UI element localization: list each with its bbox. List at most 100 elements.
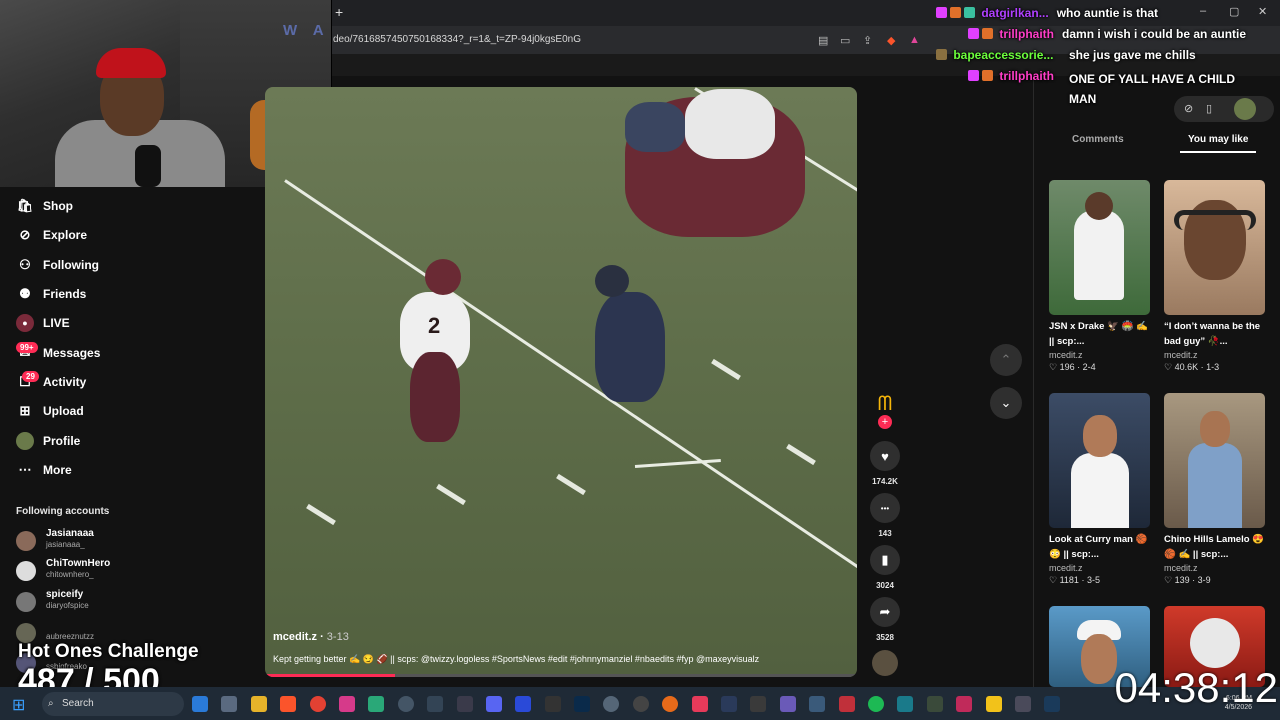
card-author[interactable]: mcedit.z xyxy=(1164,350,1266,360)
file-explorer-icon[interactable] xyxy=(251,696,267,712)
share-action[interactable]: ➦ 3528 xyxy=(869,597,901,642)
nav-item-shop[interactable]: 🛍 Shop xyxy=(16,195,73,217)
spotify-icon[interactable] xyxy=(868,696,884,712)
following-account[interactable]: ChiTownHero chitownhero_ xyxy=(16,558,236,584)
follow-plus-icon[interactable]: + xyxy=(878,415,892,429)
bookmark-icon[interactable]: ▮ xyxy=(870,545,900,575)
edge-icon[interactable] xyxy=(192,696,208,712)
url-text[interactable]: deo/7616857450750168334?_r=1&_t=ZP-94j0k… xyxy=(333,34,581,45)
firefox-icon[interactable] xyxy=(662,696,678,712)
app-icon[interactable] xyxy=(368,696,384,712)
app-icon[interactable] xyxy=(956,696,972,712)
player-figure xyxy=(1071,453,1129,528)
bookmark-action[interactable]: ▮ 3024 xyxy=(869,545,901,590)
new-tab-button[interactable]: + xyxy=(335,4,343,20)
music-disc-icon[interactable] xyxy=(872,650,898,676)
nav-item-live[interactable]: ● LIVE xyxy=(16,312,70,334)
card-thumbnail[interactable] xyxy=(1049,393,1150,528)
chat-text: who auntie is that xyxy=(1056,6,1159,20)
settings-icon[interactable] xyxy=(221,696,237,712)
app-icon[interactable] xyxy=(780,696,796,712)
nav-item-upload[interactable]: ⊞ Upload xyxy=(16,400,84,422)
app-icon[interactable] xyxy=(897,696,913,712)
app-icon[interactable] xyxy=(515,696,531,712)
close-window-button[interactable]: ✕ xyxy=(1258,5,1267,18)
music-icon[interactable] xyxy=(692,696,708,712)
quarterback-helmet xyxy=(425,259,461,295)
card-thumbnail[interactable] xyxy=(1164,393,1265,528)
card-author[interactable]: mcedit.z xyxy=(1049,350,1151,360)
heart-outline-icon: ♡ xyxy=(1049,362,1060,372)
recommended-card[interactable]: JSN x Drake 🦅 🏟️ ✍️ || scp:... mcedit.z … xyxy=(1049,180,1151,373)
card-thumbnail[interactable] xyxy=(1164,180,1265,315)
obs-icon[interactable] xyxy=(633,696,649,712)
video-editor-icon[interactable] xyxy=(545,696,561,712)
following-account[interactable]: Jasianaaa jasianaaa_ xyxy=(16,528,236,554)
app-icon[interactable] xyxy=(339,696,355,712)
nav-item-more[interactable]: ⋯ More xyxy=(16,459,72,481)
nav-item-friends[interactable]: ⚉ Friends xyxy=(16,283,86,305)
chat-username: bapeaccessorie... xyxy=(953,48,1054,62)
steam-icon[interactable] xyxy=(1044,696,1060,712)
video-progress-bar[interactable] xyxy=(265,674,857,677)
search-icon: ⌕ xyxy=(48,698,54,709)
maximize-button[interactable]: ▢ xyxy=(1229,5,1239,18)
yard-line xyxy=(284,179,857,574)
app-icon[interactable] xyxy=(398,696,414,712)
brave-icon[interactable] xyxy=(280,696,296,712)
app-icon[interactable] xyxy=(1015,696,1031,712)
like-count: 174.2K xyxy=(872,477,898,486)
app-icon[interactable] xyxy=(750,696,766,712)
face-figure xyxy=(1081,634,1117,684)
comment-action[interactable]: ••• 143 xyxy=(869,493,901,538)
author-name[interactable]: mcedit.z xyxy=(273,631,317,643)
card-author[interactable]: mcedit.z xyxy=(1164,563,1266,573)
more-icon: ⋯ xyxy=(18,462,32,477)
previous-video-button[interactable]: ⌃ xyxy=(990,344,1022,376)
comment-icon[interactable]: ••• xyxy=(870,493,900,523)
heart-icon[interactable]: ♥ xyxy=(870,441,900,471)
nav-item-profile[interactable]: Profile xyxy=(16,430,80,452)
card-stats: ♡ 1181 · 3-5 xyxy=(1049,575,1100,585)
app-icon[interactable] xyxy=(986,696,1002,712)
cast-icon[interactable]: ▭ xyxy=(840,34,850,47)
brave-rewards-icon[interactable]: ▲ xyxy=(909,34,920,46)
discord-icon[interactable] xyxy=(486,696,502,712)
app-icon[interactable] xyxy=(721,696,737,712)
app-icon[interactable] xyxy=(839,696,855,712)
share-icon[interactable]: ➦ xyxy=(870,597,900,627)
chrome-icon[interactable] xyxy=(310,696,326,712)
red-cap xyxy=(96,48,166,78)
video-author[interactable]: mcedit.z · 3-13 xyxy=(273,631,349,643)
share-page-icon[interactable]: ⇪ xyxy=(863,34,872,47)
card-likes: 1181 xyxy=(1059,575,1079,585)
app-icon[interactable] xyxy=(809,696,825,712)
like-action[interactable]: ♥ 174.2K xyxy=(869,441,901,486)
minimize-button[interactable]: – xyxy=(1200,5,1206,17)
account-name: Jasianaaa xyxy=(46,528,94,539)
next-video-button[interactable]: ⌄ xyxy=(990,387,1022,419)
tab-comments[interactable]: Comments xyxy=(1072,134,1124,145)
photoshop-icon[interactable] xyxy=(574,696,590,712)
card-thumbnail[interactable] xyxy=(1049,180,1150,315)
tab-you-may-like[interactable]: You may like xyxy=(1188,134,1248,145)
card-author[interactable]: mcedit.z xyxy=(1049,563,1151,573)
nav-item-following[interactable]: ⚇ Following xyxy=(16,254,99,276)
shop-icon: 🛍 xyxy=(16,198,34,213)
nav-item-explore[interactable]: ⊘ Explore xyxy=(16,224,87,246)
app-icon[interactable] xyxy=(603,696,619,712)
windows-start-icon[interactable]: ⊞ xyxy=(12,695,25,715)
app-icon[interactable] xyxy=(927,696,943,712)
recommended-card[interactable]: Chino Hills Lamelo 😍 🏀 ✍️ || scp:... mce… xyxy=(1164,393,1266,586)
reader-mode-icon[interactable]: ▤ xyxy=(818,34,828,47)
nav-label: Shop xyxy=(43,199,73,213)
video-player[interactable]: 2 mcedit.z · 3-13 Kept getting better ✍️… xyxy=(265,87,857,677)
following-account[interactable]: spiceify diaryofspice xyxy=(16,589,236,615)
app-icon[interactable] xyxy=(427,696,443,712)
recommended-card[interactable]: Look at Curry man 🏀 😳 || scp:... mcedit.… xyxy=(1049,393,1151,586)
recommended-card[interactable]: “I don’t wanna be the bad guy” 🥀... mced… xyxy=(1164,180,1266,373)
taskbar-search[interactable]: ⌕ Search xyxy=(42,692,184,716)
sub-badge-icon xyxy=(968,70,979,81)
brave-shield-icon[interactable]: ◆ xyxy=(887,34,895,47)
terminal-icon[interactable] xyxy=(457,696,473,712)
